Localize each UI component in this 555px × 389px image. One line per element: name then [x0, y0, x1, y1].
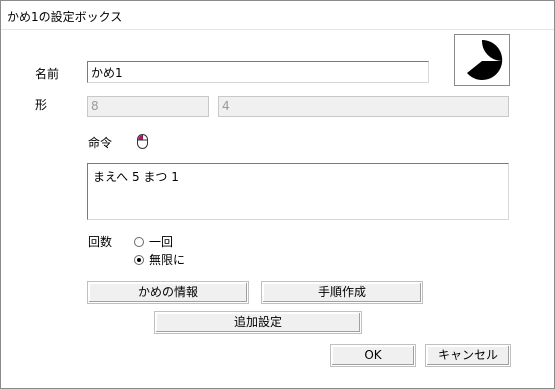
- command-textarea[interactable]: まえへ 5 まつ 1: [87, 163, 509, 220]
- radio-infinite-label: 無限に: [149, 253, 186, 267]
- make-procedure-button[interactable]: 手順作成: [261, 281, 423, 304]
- title-bar[interactable]: かめ1の設定ボックス: [1, 1, 554, 30]
- shape-label: 形: [35, 98, 48, 112]
- window-title: かめ1の設定ボックス: [7, 10, 123, 24]
- shape-field-1: 8: [87, 96, 209, 117]
- turtle-settings-dialog: かめ1の設定ボックス 名前 かめ1 形 8 4 命令 まえへ 5 まつ 1 回数…: [0, 0, 555, 389]
- count-label: 回数: [88, 235, 113, 249]
- shape-field-2: 4: [218, 96, 509, 117]
- radio-infinite-circle[interactable]: [134, 255, 144, 265]
- extra-settings-button[interactable]: 追加設定: [154, 311, 362, 334]
- pacman-turtle-icon: [467, 39, 503, 80]
- name-input[interactable]: かめ1: [87, 61, 429, 83]
- radio-once[interactable]: 一回: [134, 233, 173, 250]
- turtle-info-button[interactable]: かめの情報: [87, 281, 249, 304]
- radio-once-label: 一回: [149, 235, 174, 249]
- cancel-button[interactable]: キャンセル: [425, 344, 511, 367]
- command-label: 命令: [88, 136, 113, 150]
- mouse-icon[interactable]: [137, 134, 148, 149]
- ok-button[interactable]: OK: [330, 344, 416, 367]
- turtle-preview[interactable]: [454, 34, 510, 86]
- radio-infinite[interactable]: 無限に: [134, 251, 185, 268]
- radio-once-circle[interactable]: [134, 237, 144, 247]
- name-label: 名前: [35, 67, 60, 81]
